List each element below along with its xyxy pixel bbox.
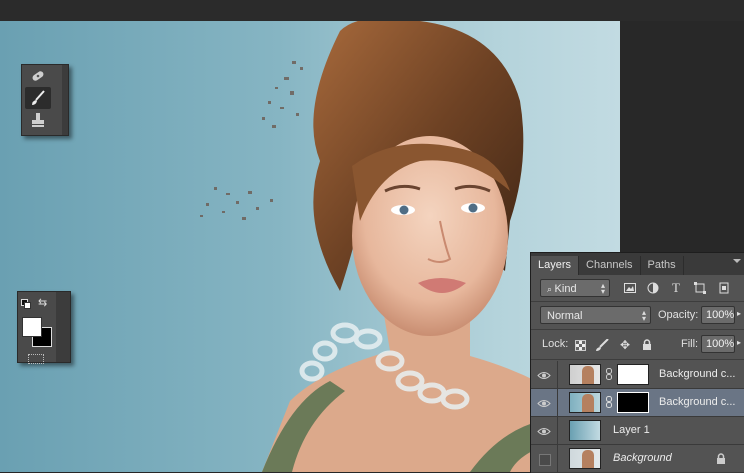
link-icon[interactable] <box>606 368 612 380</box>
lock-position-icon[interactable]: ✥ <box>616 337 634 353</box>
layer-name: Background <box>613 452 672 464</box>
spot-healing-brush-icon[interactable] <box>25 65 51 87</box>
divider <box>531 301 744 302</box>
lock-icon <box>716 453 726 468</box>
link-icon[interactable] <box>606 396 612 408</box>
filter-search-icon: ⌕ <box>547 284 555 294</box>
lock-image-pixels-icon[interactable] <box>593 337 611 353</box>
foreground-color-swatch[interactable] <box>22 317 42 337</box>
fill-field[interactable]: 100% <box>701 335 735 353</box>
tool-palette-retouch <box>21 64 69 136</box>
layers-panel: Layers Channels Paths ⌕ Kind ▴ ▾ T Normal… <box>530 252 744 473</box>
panel-tab-bar: Layers Channels Paths <box>531 253 744 275</box>
document-canvas[interactable] <box>0 21 620 472</box>
lock-transparent-pixels-icon[interactable] <box>571 337 589 353</box>
tab-paths[interactable]: Paths <box>641 256 684 275</box>
smart-object-filter-icon[interactable] <box>715 280 733 296</box>
filter-kind-value: Kind <box>554 283 577 295</box>
divider <box>531 329 744 330</box>
type-filter-icon[interactable]: T <box>667 280 685 296</box>
options-bar <box>0 0 744 21</box>
layer-filter-select[interactable]: ⌕ Kind ▴ ▾ <box>540 279 610 297</box>
fill-dropdown-icon[interactable]: ▸ <box>737 338 741 347</box>
layer-mask-thumbnail[interactable] <box>617 392 649 413</box>
select-arrows-icon: ▴ ▾ <box>600 281 605 296</box>
tab-layers[interactable]: Layers <box>531 256 580 275</box>
opacity-dropdown-icon[interactable]: ▸ <box>737 309 741 318</box>
palette-grip[interactable] <box>62 65 68 135</box>
palette-grip[interactable] <box>56 292 70 362</box>
eye-icon[interactable] <box>535 366 553 384</box>
lock-label: Lock: <box>542 338 569 350</box>
clone-stamp-icon[interactable] <box>25 109 51 131</box>
layer-thumbnail <box>569 392 601 413</box>
adjustment-filter-icon[interactable] <box>644 280 662 296</box>
divider <box>557 389 558 417</box>
image-filter-icon[interactable] <box>621 280 639 296</box>
layer-name: Background c... <box>659 368 736 380</box>
layer-row[interactable]: Layer 1 <box>531 417 744 445</box>
opacity-label: Opacity: <box>658 309 699 321</box>
layer-name: Layer 1 <box>613 424 650 436</box>
swap-colors-icon[interactable]: ⇆ <box>38 298 47 309</box>
layer-row-selected[interactable]: Background c... <box>531 389 744 417</box>
eye-icon[interactable] <box>535 394 553 412</box>
photo-content <box>200 21 620 472</box>
visibility-off-box[interactable] <box>539 454 551 466</box>
layer-row[interactable]: Background <box>531 445 744 473</box>
panel-menu-icon[interactable] <box>733 259 741 263</box>
layer-row[interactable]: Background c... <box>531 361 744 389</box>
divider <box>557 445 558 473</box>
layer-thumbnail <box>569 448 601 469</box>
divider <box>531 359 744 360</box>
eye-icon[interactable] <box>535 422 553 440</box>
layer-mask-thumbnail[interactable] <box>617 364 649 385</box>
default-colors-icon[interactable] <box>21 299 31 309</box>
lock-all-icon[interactable] <box>638 337 656 353</box>
layer-thumbnail <box>569 364 601 385</box>
select-arrows-icon: ▴ ▾ <box>641 308 646 323</box>
layer-thumbnail <box>569 420 601 441</box>
brush-icon[interactable] <box>25 87 51 109</box>
opacity-field[interactable]: 100% <box>701 306 735 324</box>
divider <box>557 361 558 389</box>
fill-label: Fill: <box>681 338 699 350</box>
tab-channels[interactable]: Channels <box>579 256 641 275</box>
blend-mode-value: Normal <box>547 310 583 322</box>
blend-mode-select[interactable]: Normal ▴ ▾ <box>540 306 651 324</box>
divider <box>557 417 558 445</box>
layer-name: Background c... <box>659 396 736 408</box>
tool-palette-colors: ⇆ <box>17 291 71 364</box>
quick-mask-icon[interactable] <box>28 354 44 364</box>
shape-filter-icon[interactable] <box>691 280 709 296</box>
